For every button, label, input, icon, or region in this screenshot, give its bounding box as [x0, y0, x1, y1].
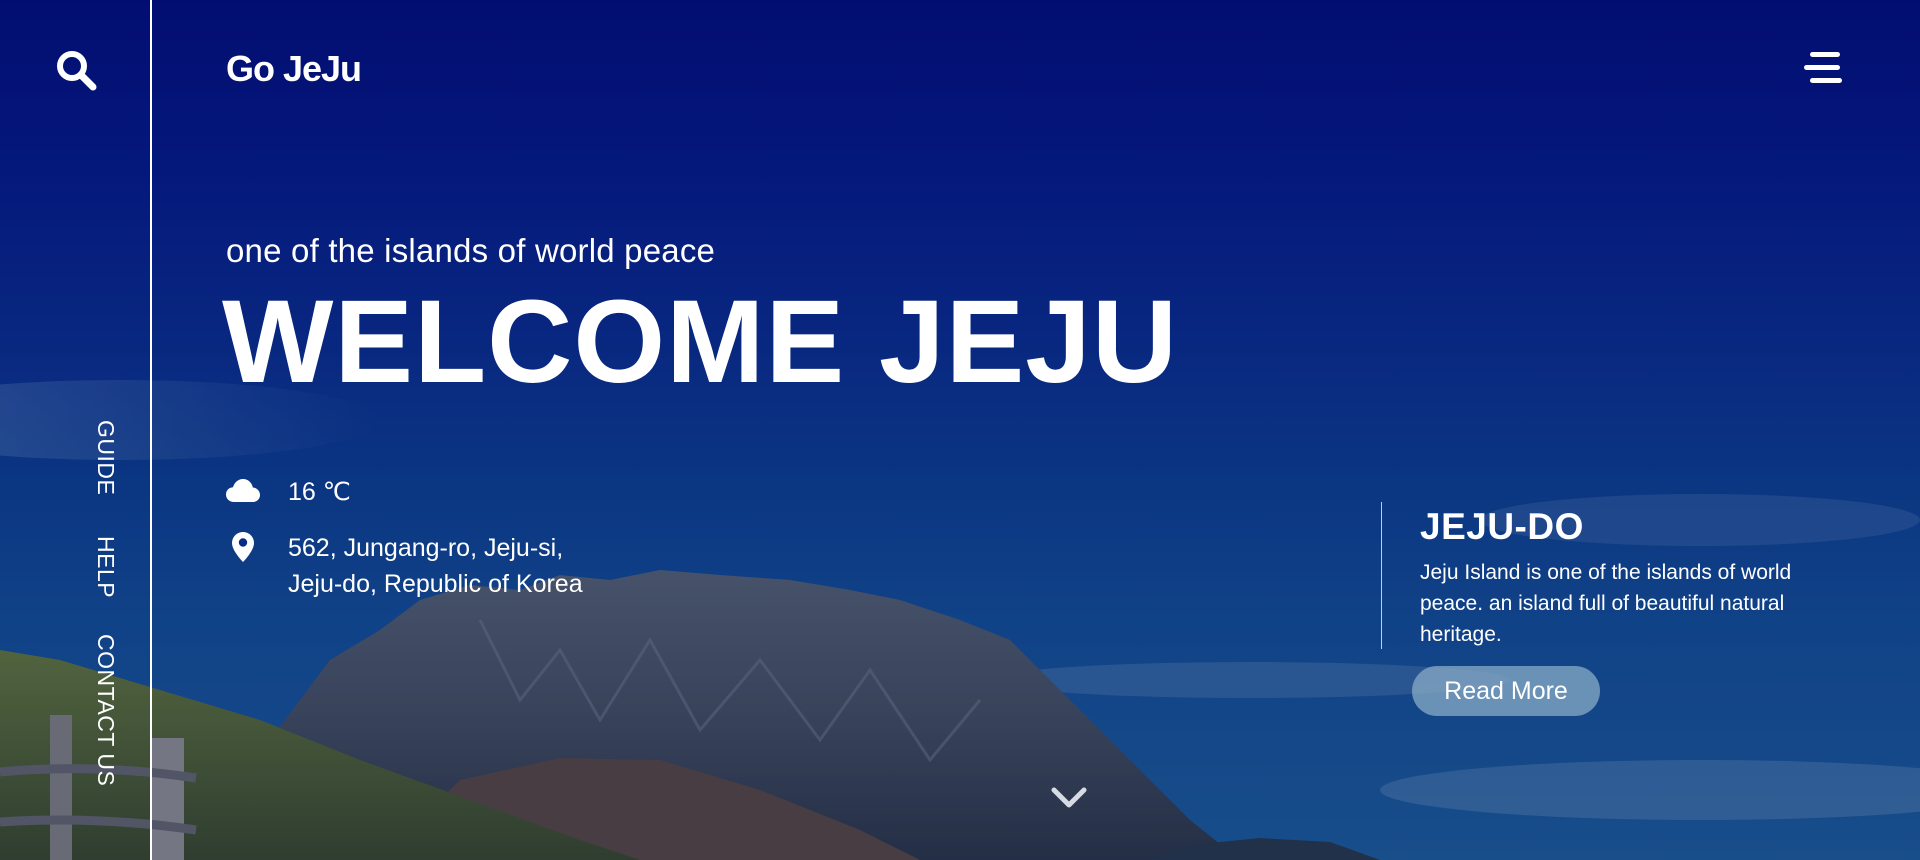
cloud-icon: [226, 474, 260, 508]
menu-button[interactable]: [1804, 50, 1844, 86]
sidebar-link-contact-us[interactable]: CONTACT US: [92, 634, 119, 786]
background-landscape: [0, 0, 1920, 860]
chevron-down-icon: [1051, 787, 1087, 808]
site-logo[interactable]: Go JeJu: [226, 48, 362, 90]
card-title: JEJU-DO: [1420, 506, 1584, 547]
address-line-2: Jeju-do, Republic of Korea: [288, 570, 583, 598]
location-info: 562, Jungang-ro, Jeju-si, Jeju-do, Repub…: [226, 530, 583, 602]
location-pin-icon: [226, 530, 260, 564]
card-description: Jeju Island is one of the islands of wor…: [1420, 561, 1792, 646]
sidebar-link-help[interactable]: HELP: [92, 536, 119, 598]
read-more-button[interactable]: Read More: [1412, 666, 1600, 716]
weather-info: 16 ℃: [226, 474, 351, 510]
hero-tagline: one of the islands of world peace: [226, 232, 716, 269]
search-icon: [57, 51, 97, 91]
sidebar-link-guide[interactable]: GUIDE: [92, 420, 119, 495]
menu-icon: [1804, 52, 1842, 83]
card-divider: [1381, 502, 1382, 649]
address-line-1: 562, Jungang-ro, Jeju-si,: [288, 534, 564, 562]
sidebar-nav: GUIDE HELP CONTACT US: [92, 420, 119, 800]
address-text: 562, Jungang-ro, Jeju-si, Jeju-do, Repub…: [288, 530, 583, 602]
search-button[interactable]: [54, 48, 98, 92]
hero-title: WELCOME JEJU: [222, 276, 1179, 408]
weather-temperature: 16 ℃: [288, 478, 351, 506]
hero-page: GUIDE HELP CONTACT US Go JeJu one of the…: [0, 0, 1920, 860]
scroll-down-button[interactable]: [1050, 784, 1088, 812]
sidebar-divider: [150, 0, 152, 860]
